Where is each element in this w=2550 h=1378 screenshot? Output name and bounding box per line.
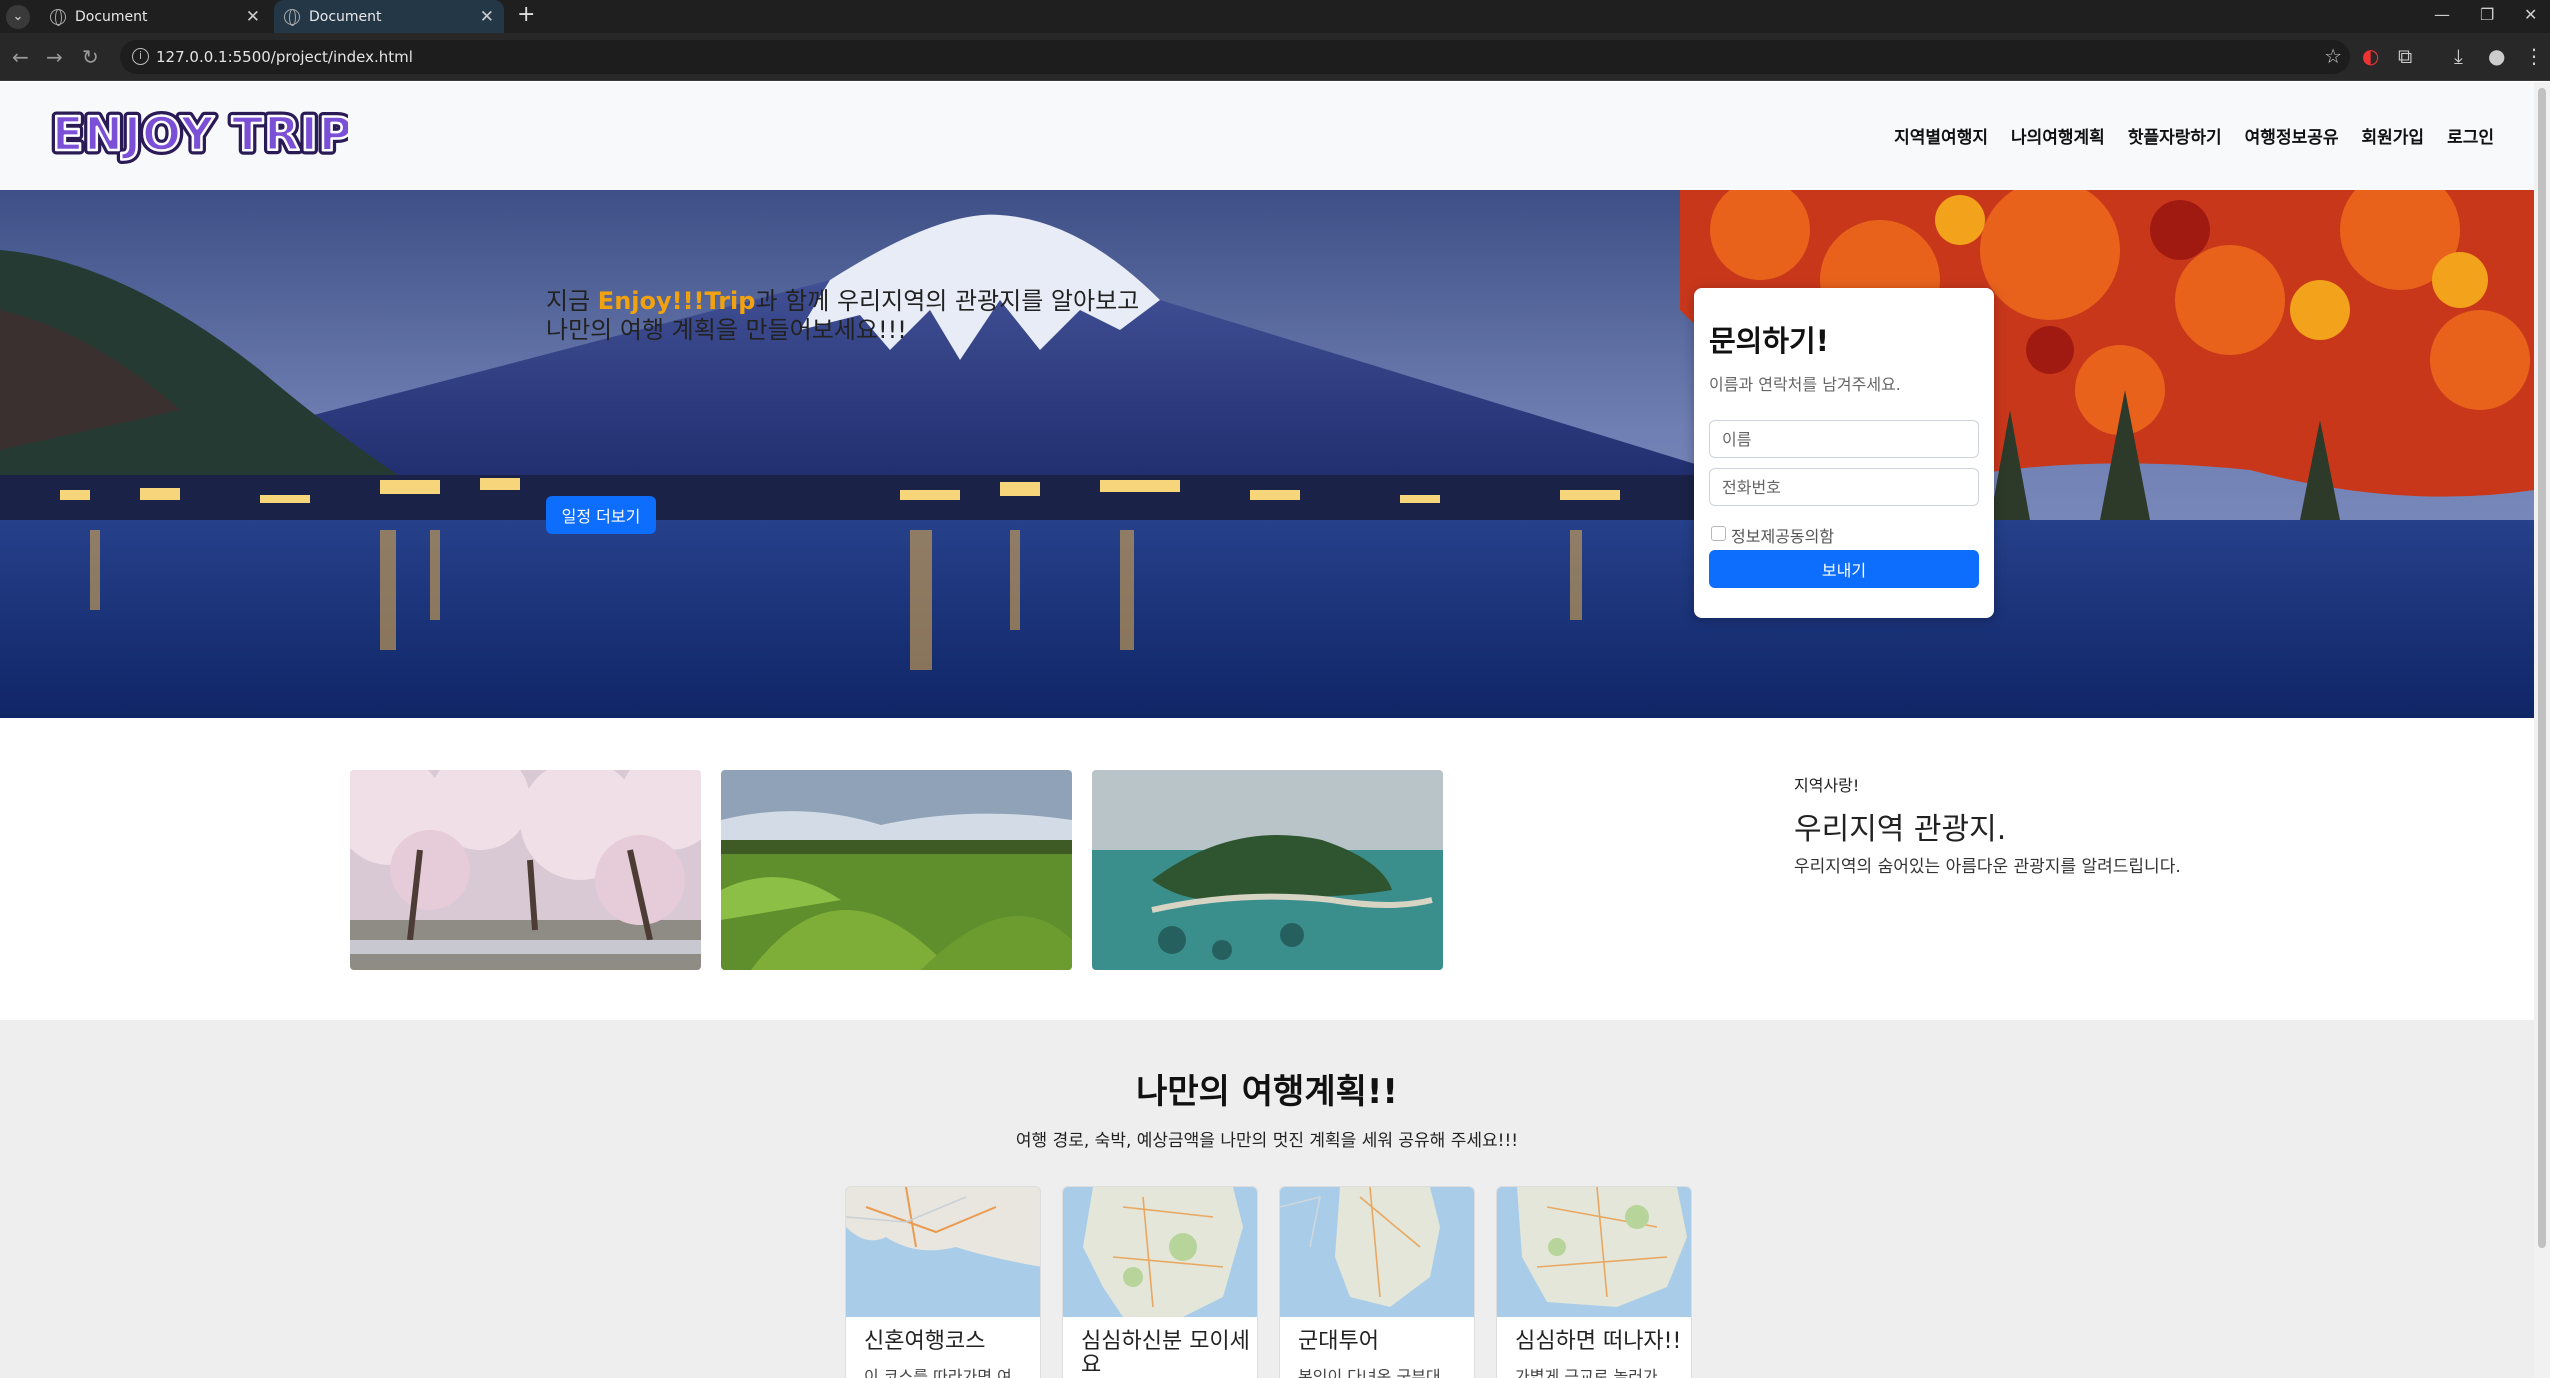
download-icon[interactable]: ⤓	[2454, 44, 2463, 68]
web-page: ENJOY TRIP ENJOY TRIP 지역별여행지 나의여행계획 핫플자랑…	[0, 82, 2534, 1378]
name-input[interactable]	[1709, 420, 1979, 458]
browser-tab[interactable]: Document ✕	[40, 0, 270, 33]
back-icon[interactable]: ←	[12, 45, 29, 69]
nav-travel-info-share[interactable]: 여행정보공유	[2245, 123, 2339, 148]
hero-line1-prefix: 지금	[546, 287, 598, 315]
nav-hotplace[interactable]: 핫플자랑하기	[2128, 123, 2222, 148]
restore-icon[interactable]: ❐	[2480, 5, 2494, 24]
forward-icon[interactable]: →	[46, 45, 63, 69]
map-thumbnail	[846, 1187, 1040, 1317]
plan-card-title: 심심하면 떠나자!!	[1515, 1329, 1682, 1354]
enjoy-trip-logo[interactable]: ENJOY TRIP ENJOY TRIP	[48, 98, 348, 168]
plan-card[interactable]: 군대투어 본인이 다녀온 군부대	[1279, 1186, 1475, 1378]
tab-search-icon[interactable]: ⌄	[6, 5, 30, 29]
close-tab-icon[interactable]: ✕	[246, 7, 260, 27]
contact-title: 문의하기!	[1709, 324, 1829, 358]
tab-title: Document	[75, 8, 148, 25]
plan-card-title: 군대투어	[1298, 1329, 1379, 1354]
svg-text:ENJOY TRIP: ENJOY TRIP	[52, 107, 348, 161]
profile-icon[interactable]: ●	[2488, 44, 2505, 68]
region-tag: 지역사랑!	[1794, 776, 1860, 795]
site-header: ENJOY TRIP ENJOY TRIP 지역별여행지 나의여행계획 핫플자랑…	[0, 82, 2534, 190]
nav-regional-destinations[interactable]: 지역별여행지	[1894, 123, 1988, 148]
hero-line2: 나만의 여행 계획을 만들어보세요!!!	[546, 316, 907, 344]
map-thumbnail	[1280, 1187, 1474, 1317]
bookmark-star-icon[interactable]: ☆	[2324, 44, 2342, 68]
plan-card-text: 본인이 다녀온 군부대	[1298, 1367, 1441, 1378]
region-description: 우리지역의 숨어있는 아름다운 관광지를 알려드립니다.	[1794, 857, 2181, 877]
plan-card[interactable]: 심심하면 떠나자!! 가볍게 근교로 놀러가	[1496, 1186, 1692, 1378]
green-hills-photo[interactable]	[721, 770, 1072, 970]
browser-tab-bar: ⌄ Document ✕ Document ✕ + — ❐ ✕	[0, 0, 2550, 33]
hero-line1-suffix: 과 함께 우리지역의 관광지를 알아보고	[755, 287, 1140, 315]
plan-card-text: 이 코스를 따라가면 여	[864, 1367, 1012, 1378]
map-thumbnail	[1063, 1187, 1257, 1317]
phone-input[interactable]	[1709, 468, 1979, 506]
site-info-icon[interactable]: i	[132, 48, 149, 65]
hero-background-image	[0, 190, 2534, 718]
coastal-island-photo[interactable]	[1092, 770, 1443, 970]
contact-form-card: 문의하기! 이름과 연락처를 남겨주세요. 정보제공동의함 보내기	[1694, 288, 1994, 618]
agree-checkbox[interactable]	[1711, 526, 1726, 541]
globe-icon	[284, 8, 300, 26]
plan-card[interactable]: 심심하신분 모이세요	[1062, 1186, 1258, 1378]
nav-my-travel-plan[interactable]: 나의여행계획	[2011, 123, 2105, 148]
map-thumbnail	[1497, 1187, 1691, 1317]
window-close-icon[interactable]: ✕	[2524, 5, 2537, 24]
main-nav: 지역별여행지 나의여행계획 핫플자랑하기 여행정보공유 회원가입 로그인	[1894, 123, 2494, 148]
plan-section-description: 여행 경로, 숙박, 예상금액을 나만의 멋진 계획을 세워 공유해 주세요!!…	[1015, 1131, 1519, 1151]
region-title: 우리지역 관광지.	[1794, 812, 2007, 847]
plan-card-title: 신혼여행코스	[864, 1329, 986, 1354]
close-tab-icon[interactable]: ✕	[480, 7, 494, 27]
contact-subtitle: 이름과 연락처를 남겨주세요.	[1709, 375, 1901, 394]
hero-brand: Enjoy!!!Trip	[597, 287, 756, 315]
cherry-blossom-photo[interactable]	[350, 770, 701, 970]
plan-card[interactable]: 신혼여행코스 이 코스를 따라가면 여	[845, 1186, 1041, 1378]
tab-title: Document	[309, 8, 382, 25]
globe-icon	[50, 8, 66, 26]
url-box[interactable]: i 127.0.0.1:5500/project/index.html ☆	[120, 40, 2350, 74]
nav-login[interactable]: 로그인	[2447, 123, 2494, 148]
scrollbar-thumb[interactable]	[2538, 88, 2546, 1248]
plan-card-text: 가볍게 근교로 놀러가	[1515, 1367, 1658, 1378]
nav-signup[interactable]: 회원가입	[2362, 123, 2425, 148]
hero-text: 지금 Enjoy!!!Trip과 함께 우리지역의 관광지를 알아보고 나만의 …	[546, 287, 1139, 345]
browser-tab-active[interactable]: Document ✕	[274, 0, 504, 33]
send-button[interactable]: 보내기	[1709, 550, 1979, 588]
more-schedule-button[interactable]: 일정 더보기	[546, 496, 656, 534]
plan-section-title: 나만의 여행계획!!	[1136, 1072, 1398, 1112]
travel-plan-section: 나만의 여행계획!! 여행 경로, 숙박, 예상금액을 나만의 멋진 계획을 세…	[0, 1020, 2534, 1378]
new-tab-icon[interactable]: +	[517, 2, 535, 27]
address-bar: ← → ↻ i 127.0.0.1:5500/project/index.htm…	[0, 33, 2550, 81]
extension-icon[interactable]: ◐	[2362, 44, 2379, 68]
menu-kebab-icon[interactable]: ⋮	[2524, 44, 2544, 68]
hero-banner: 지금 Enjoy!!!Trip과 함께 우리지역의 관광지를 알아보고 나만의 …	[0, 190, 2534, 718]
agree-label: 정보제공동의함	[1731, 527, 1835, 546]
reload-icon[interactable]: ↻	[82, 45, 99, 69]
puzzle-icon[interactable]: ⧉	[2398, 44, 2412, 68]
url-text[interactable]: 127.0.0.1:5500/project/index.html	[156, 48, 413, 66]
page-scrollbar[interactable]	[2534, 82, 2550, 1378]
plan-card-title: 심심하신분 모이세요	[1081, 1329, 1250, 1378]
minimize-icon[interactable]: —	[2434, 5, 2450, 24]
